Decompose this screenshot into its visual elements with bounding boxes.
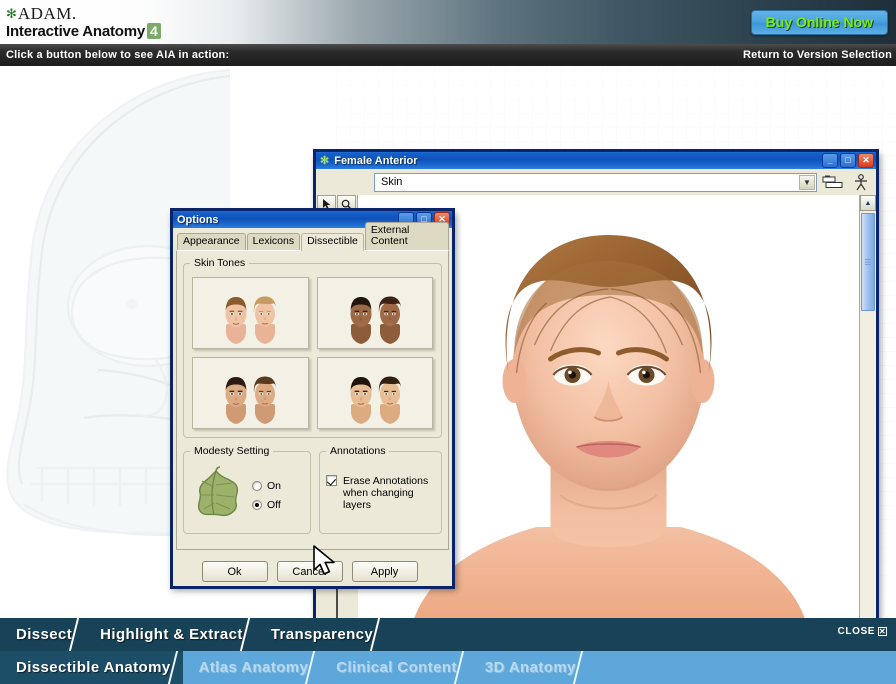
ok-button[interactable]: Ok bbox=[201, 561, 268, 582]
annotations-legend: Annotations bbox=[330, 445, 386, 457]
skin-tones-legend: Skin Tones bbox=[194, 257, 246, 269]
brand-subtitle: Interactive Anatomy bbox=[6, 22, 146, 40]
skin-tones-group: Skin Tones bbox=[183, 257, 442, 438]
nav-transparency[interactable]: Transparency bbox=[255, 618, 385, 651]
brand-name: ADAM. bbox=[17, 4, 77, 23]
cancel-button[interactable]: Cancel bbox=[276, 561, 343, 582]
female-window-titlebar[interactable]: ✻ Female Anterior _ □ ✕ bbox=[313, 149, 879, 169]
app-canvas: ✻ Female Anterior _ □ ✕ Skin ▼ ▲ ☰ Optio… bbox=[0, 66, 896, 618]
anatomy-figure-icon: ✻ bbox=[320, 155, 330, 167]
modesty-on-radio[interactable]: On bbox=[252, 480, 281, 492]
app-header: ✻ ADAM. Interactive Anatomy 4 Buy Online… bbox=[0, 0, 896, 44]
tab-dissectible[interactable]: Dissectible bbox=[301, 233, 364, 251]
modesty-off-label: Off bbox=[267, 498, 281, 511]
radio-indicator-off bbox=[252, 499, 262, 510]
female-window-maximize-button[interactable]: □ bbox=[840, 153, 856, 168]
image-vertical-scrollbar[interactable]: ▲ ☰ bbox=[859, 195, 876, 618]
close-button[interactable]: CLOSE ✕ bbox=[838, 626, 887, 637]
skin-tone-2-dark[interactable] bbox=[316, 277, 433, 349]
modesty-on-label: On bbox=[267, 479, 282, 492]
skin-tone-4-asian[interactable] bbox=[316, 357, 433, 429]
return-to-version-selection-link[interactable]: Return to Version Selection bbox=[743, 49, 892, 61]
version-badge: 4 bbox=[147, 23, 161, 39]
annotations-group: Annotations Erase Annotations when chang… bbox=[319, 445, 442, 534]
radio-indicator-on bbox=[252, 480, 262, 491]
female-window-close-button[interactable]: ✕ bbox=[858, 153, 874, 168]
scroll-thumb[interactable]: ☰ bbox=[861, 213, 875, 311]
close-label: CLOSE bbox=[837, 626, 875, 637]
scroll-up-button[interactable]: ▲ bbox=[860, 195, 876, 211]
close-icon: ✕ bbox=[878, 626, 887, 636]
skin-tone-3-medium[interactable] bbox=[192, 357, 309, 429]
app-root: ✻ ADAM. Interactive Anatomy 4 Buy Online… bbox=[0, 0, 896, 684]
options-dialog: Options _ □ ✕ Appearance Lexicons Dissec… bbox=[170, 208, 455, 589]
layer-select[interactable]: Skin ▼ bbox=[374, 172, 817, 192]
adam-logo: ✻ ADAM. Interactive Anatomy 4 bbox=[6, 2, 186, 42]
modesty-setting-group: Modesty Setting On Off bbox=[183, 445, 311, 534]
tab-lexicons[interactable]: Lexicons bbox=[246, 233, 301, 250]
nav-3d-anatomy[interactable]: 3D Anatomy bbox=[469, 651, 588, 684]
nav-row-tools: Dissect Highlight & Extract Transparency… bbox=[0, 618, 896, 651]
erase-annotations-label-line1: Erase Annotations bbox=[343, 475, 429, 487]
options-tab-strip: Appearance Lexicons Dissectible External… bbox=[173, 222, 452, 251]
skin-tones-grid bbox=[190, 275, 435, 431]
nav-dissect[interactable]: Dissect bbox=[0, 618, 84, 651]
leaf-icon: ✻ bbox=[6, 6, 17, 21]
female-window-title: Female Anterior bbox=[334, 154, 418, 167]
buy-online-now-button[interactable]: Buy Online Now bbox=[750, 10, 888, 35]
erase-annotations-checkbox[interactable]: Erase Annotations when changing layers bbox=[326, 463, 435, 511]
tab-external-content[interactable]: External Content bbox=[364, 222, 449, 250]
erase-annotations-label-line2: when changing layers bbox=[343, 487, 414, 511]
nav-highlight-extract[interactable]: Highlight & Extract bbox=[84, 618, 255, 651]
dissectible-tab-panel: Skin Tones Modesty Setting On Off Annota… bbox=[176, 250, 449, 550]
nav-clinical-content[interactable]: Clinical Content bbox=[320, 651, 469, 684]
modesty-legend: Modesty Setting bbox=[194, 445, 270, 457]
instruction-text: Click a button below to see AIA in actio… bbox=[6, 49, 230, 61]
female-window-toolbar: Skin ▼ bbox=[316, 169, 876, 195]
checkbox-indicator bbox=[326, 475, 337, 486]
chevron-down-icon[interactable]: ▼ bbox=[799, 174, 815, 190]
layer-select-value: Skin bbox=[381, 176, 403, 188]
bottom-navigation: Dissect Highlight & Extract Transparency… bbox=[0, 618, 896, 684]
nav-atlas-anatomy[interactable]: Atlas Anatomy bbox=[183, 651, 321, 684]
skin-tone-1-light[interactable] bbox=[192, 277, 309, 349]
instruction-bar: Click a button below to see AIA in actio… bbox=[0, 44, 896, 66]
options-action-buttons: Ok Cancel Apply bbox=[173, 561, 452, 582]
tab-appearance[interactable]: Appearance bbox=[177, 233, 246, 250]
modesty-off-radio[interactable]: Off bbox=[252, 499, 281, 511]
body-figure-icon[interactable] bbox=[849, 172, 873, 192]
nav-row-modules: Dissectible Anatomy Atlas Anatomy Clinic… bbox=[0, 651, 896, 684]
female-window-minimize-button[interactable]: _ bbox=[822, 153, 838, 168]
layers-icon[interactable] bbox=[821, 172, 845, 192]
fig-leaf-icon bbox=[190, 465, 244, 526]
apply-button[interactable]: Apply bbox=[351, 561, 418, 582]
nav-dissectible-anatomy[interactable]: Dissectible Anatomy bbox=[0, 651, 183, 684]
